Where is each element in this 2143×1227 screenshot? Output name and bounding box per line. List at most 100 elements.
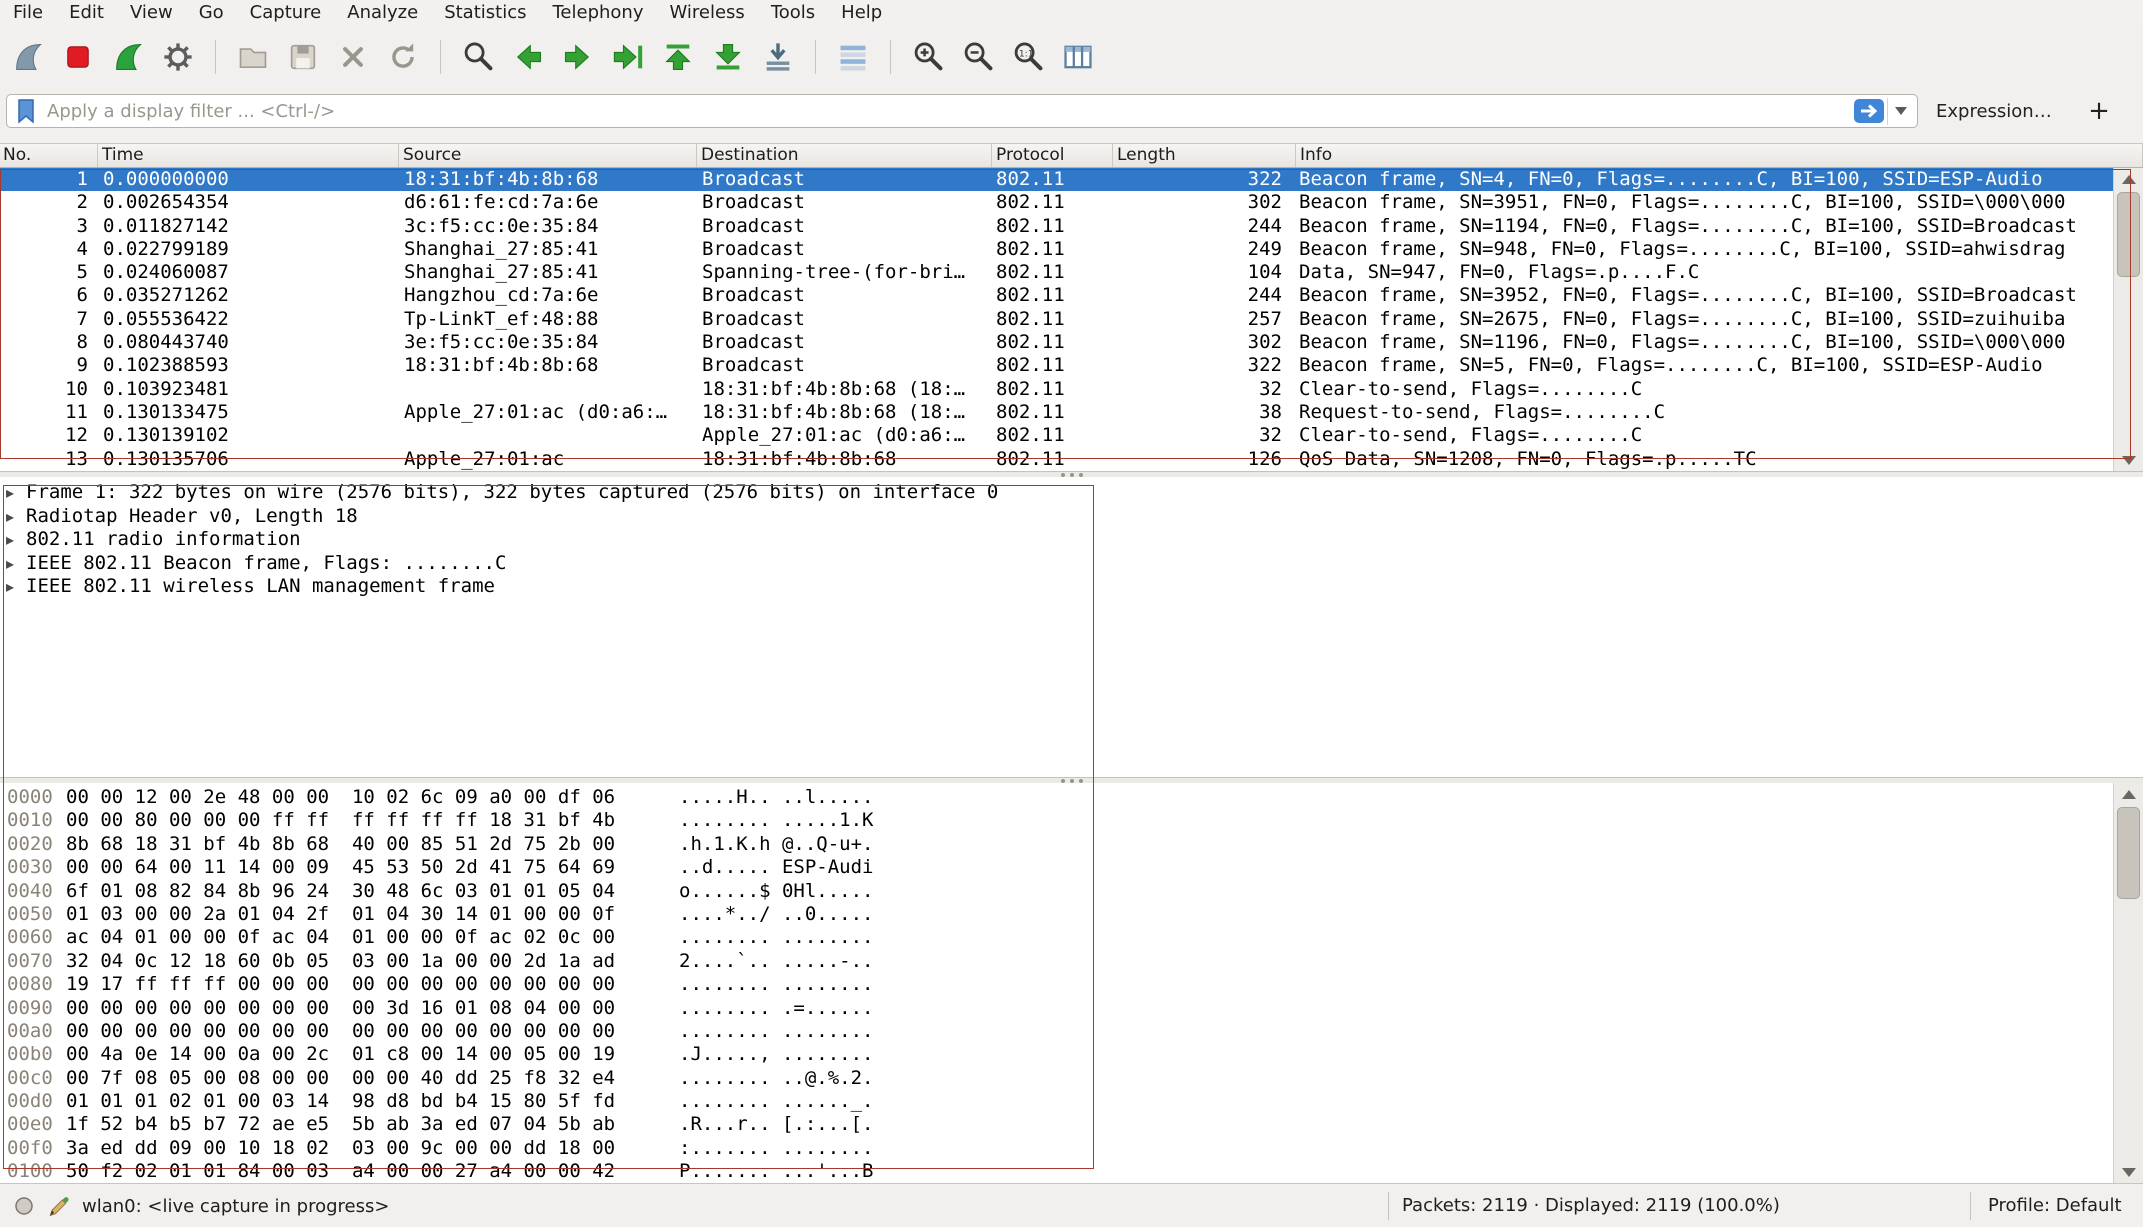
hex-row-0050[interactable]: 005001 03 00 00 2a 01 04 2f 01 04 30 14 … — [7, 903, 2143, 926]
cell-time: 0.102388593 — [98, 354, 399, 377]
display-filter-container[interactable] — [6, 94, 1918, 128]
packet-row-11[interactable]: 110.130133475Apple_27:01:ac (d0:a6:…18:3… — [0, 401, 2113, 424]
go-to-packet-button[interactable] — [606, 35, 650, 79]
column-header-info[interactable]: Info — [1296, 144, 2143, 167]
packet-row-12[interactable]: 120.130139102Apple_27:01:ac (d0:a6:…802.… — [0, 424, 2113, 447]
packet-row-3[interactable]: 30.0118271423c:f5:cc:0e:35:84Broadcast80… — [0, 215, 2113, 238]
restart-capture-button[interactable] — [106, 35, 150, 79]
go-last-packet-button[interactable] — [706, 35, 750, 79]
go-first-packet-button[interactable] — [656, 35, 700, 79]
scroll-up-button[interactable] — [2114, 168, 2143, 190]
capture-comment-pencil-icon[interactable] — [46, 1194, 70, 1218]
hex-row-0100[interactable]: 010050 f2 02 01 01 84 00 03 a4 00 00 27 … — [7, 1160, 2143, 1183]
hex-row-0060[interactable]: 0060ac 04 01 00 00 0f ac 04 01 00 00 0f … — [7, 926, 2143, 949]
menu-capture[interactable]: Capture — [237, 0, 335, 26]
hex-pane-scrollbar[interactable] — [2113, 783, 2143, 1183]
expand-arrow-icon[interactable]: ▸ — [6, 575, 26, 599]
zoom-in-button[interactable] — [906, 35, 950, 79]
menu-help[interactable]: Help — [828, 0, 895, 26]
expression-button[interactable]: Expression… — [1936, 101, 2052, 122]
hex-row-00e0[interactable]: 00e01f 52 b4 b5 b7 72 ae e5 5b ab 3a ed … — [7, 1113, 2143, 1136]
detail-line[interactable]: ▸802.11 radio information — [6, 528, 2143, 552]
auto-scroll-button[interactable] — [756, 35, 800, 79]
scroll-up-button[interactable] — [2114, 783, 2143, 805]
menu-view[interactable]: View — [117, 0, 186, 26]
hex-row-0040[interactable]: 00406f 01 08 82 84 8b 96 24 30 48 6c 03 … — [7, 880, 2143, 903]
scroll-down-button[interactable] — [2114, 1161, 2143, 1183]
filter-bookmark-icon[interactable] — [14, 97, 38, 125]
detail-line[interactable]: ▸IEEE 802.11 Beacon frame, Flags: ......… — [6, 552, 2143, 576]
hex-row-00c0[interactable]: 00c000 7f 08 05 00 08 00 00 00 00 40 dd … — [7, 1067, 2143, 1090]
resize-columns-button[interactable] — [1056, 35, 1100, 79]
detail-line[interactable]: ▸Frame 1: 322 bytes on wire (2576 bits),… — [6, 481, 2143, 505]
capture-options-button[interactable] — [156, 35, 200, 79]
packet-row-10[interactable]: 100.10392348118:31:bf:4b:8b:68 (18:…802.… — [0, 378, 2113, 401]
menu-wireless[interactable]: Wireless — [656, 0, 757, 26]
column-header-destination[interactable]: Destination — [697, 144, 992, 167]
cell-no: 8 — [0, 331, 98, 354]
profile-label[interactable]: Profile: Default — [1988, 1184, 2122, 1227]
detail-line[interactable]: ▸Radiotap Header v0, Length 18 — [6, 505, 2143, 529]
menu-statistics[interactable]: Statistics — [431, 0, 539, 26]
packet-row-9[interactable]: 90.10238859318:31:bf:4b:8b:68Broadcast80… — [0, 354, 2113, 377]
column-header-no[interactable]: No. — [0, 144, 98, 167]
packet-row-6[interactable]: 60.035271262Hangzhou_cd:7a:6eBroadcast80… — [0, 284, 2113, 307]
scroll-down-button[interactable] — [2114, 449, 2143, 471]
save-file-button[interactable] — [281, 35, 325, 79]
hex-row-0090[interactable]: 009000 00 00 00 00 00 00 00 00 3d 16 01 … — [7, 997, 2143, 1020]
hex-row-00b0[interactable]: 00b000 4a 0e 14 00 0a 00 2c 01 c8 00 14 … — [7, 1043, 2143, 1066]
packet-row-8[interactable]: 80.0804437403e:f5:cc:0e:35:84Broadcast80… — [0, 331, 2113, 354]
start-capture-button[interactable] — [6, 35, 50, 79]
reload-file-button[interactable] — [381, 35, 425, 79]
expand-arrow-icon[interactable]: ▸ — [6, 481, 26, 505]
expand-arrow-icon[interactable]: ▸ — [6, 528, 26, 552]
menu-file[interactable]: File — [0, 0, 56, 26]
packet-row-13[interactable]: 130.130135706Apple_27:01:ac18:31:bf:4b:8… — [0, 448, 2113, 471]
packet-row-7[interactable]: 70.055536422Tp-LinkT_ef:48:88Broadcast80… — [0, 308, 2113, 331]
menu-telephony[interactable]: Telephony — [539, 0, 656, 26]
cell-protocol: 802.11 — [992, 261, 1113, 284]
column-header-source[interactable]: Source — [399, 144, 697, 167]
hex-row-0070[interactable]: 007032 04 0c 12 18 60 0b 05 03 00 1a 00 … — [7, 950, 2143, 973]
hex-row-0020[interactable]: 00208b 68 18 31 bf 4b 8b 68 40 00 85 51 … — [7, 833, 2143, 856]
expand-arrow-icon[interactable]: ▸ — [6, 505, 26, 529]
menu-go[interactable]: Go — [186, 0, 237, 26]
find-packet-button[interactable] — [456, 35, 500, 79]
hex-row-0030[interactable]: 003000 00 64 00 11 14 00 09 45 53 50 2d … — [7, 856, 2143, 879]
close-file-button[interactable] — [331, 35, 375, 79]
column-header-length[interactable]: Length — [1113, 144, 1296, 167]
open-file-button[interactable] — [231, 35, 275, 79]
menu-edit[interactable]: Edit — [56, 0, 117, 26]
packet-row-2[interactable]: 20.002654354d6:61:fe:cd:7a:6eBroadcast80… — [0, 191, 2113, 214]
filter-dropdown-button[interactable] — [1887, 98, 1913, 125]
packet-row-4[interactable]: 40.022799189Shanghai_27:85:41Broadcast80… — [0, 238, 2113, 261]
hex-row-0010[interactable]: 001000 00 80 00 00 00 ff ff ff ff ff ff … — [7, 809, 2143, 832]
column-header-time[interactable]: Time — [98, 144, 399, 167]
column-header-protocol[interactable]: Protocol — [992, 144, 1113, 167]
filter-apply-button[interactable] — [1851, 98, 1887, 125]
packet-row-5[interactable]: 50.024060087Shanghai_27:85:41Spanning-tr… — [0, 261, 2113, 284]
scrollbar-thumb[interactable] — [2117, 192, 2140, 277]
menu-analyze[interactable]: Analyze — [334, 0, 431, 26]
go-back-button[interactable] — [506, 35, 550, 79]
hex-row-00f0[interactable]: 00f03a ed dd 09 00 10 18 02 03 00 9c 00 … — [7, 1137, 2143, 1160]
expert-info-icon[interactable] — [14, 1196, 34, 1216]
hex-ascii: ........ ........ — [679, 1020, 873, 1042]
go-forward-button[interactable] — [556, 35, 600, 79]
hex-row-0080[interactable]: 008019 17 ff ff ff 00 00 00 00 00 00 00 … — [7, 973, 2143, 996]
hex-row-00d0[interactable]: 00d001 01 01 02 01 00 03 14 98 d8 bd b4 … — [7, 1090, 2143, 1113]
detail-line[interactable]: ▸IEEE 802.11 wireless LAN management fra… — [6, 575, 2143, 599]
colorize-button[interactable] — [831, 35, 875, 79]
stop-capture-button[interactable] — [56, 35, 100, 79]
scrollbar-thumb[interactable] — [2117, 807, 2140, 899]
packet-row-1[interactable]: 10.00000000018:31:bf:4b:8b:68Broadcast80… — [0, 168, 2113, 191]
expand-arrow-icon[interactable]: ▸ — [6, 552, 26, 576]
packet-list-scrollbar[interactable] — [2113, 168, 2143, 471]
hex-row-0000[interactable]: 000000 00 12 00 2e 48 00 00 10 02 6c 09 … — [7, 786, 2143, 809]
hex-row-00a0[interactable]: 00a000 00 00 00 00 00 00 00 00 00 00 00 … — [7, 1020, 2143, 1043]
menu-tools[interactable]: Tools — [758, 0, 828, 26]
zoom-reset-button[interactable]: 1:1 — [1006, 35, 1050, 79]
zoom-out-button[interactable] — [956, 35, 1000, 79]
add-filter-button[interactable]: + — [2081, 94, 2117, 128]
display-filter-input[interactable] — [38, 101, 1851, 122]
